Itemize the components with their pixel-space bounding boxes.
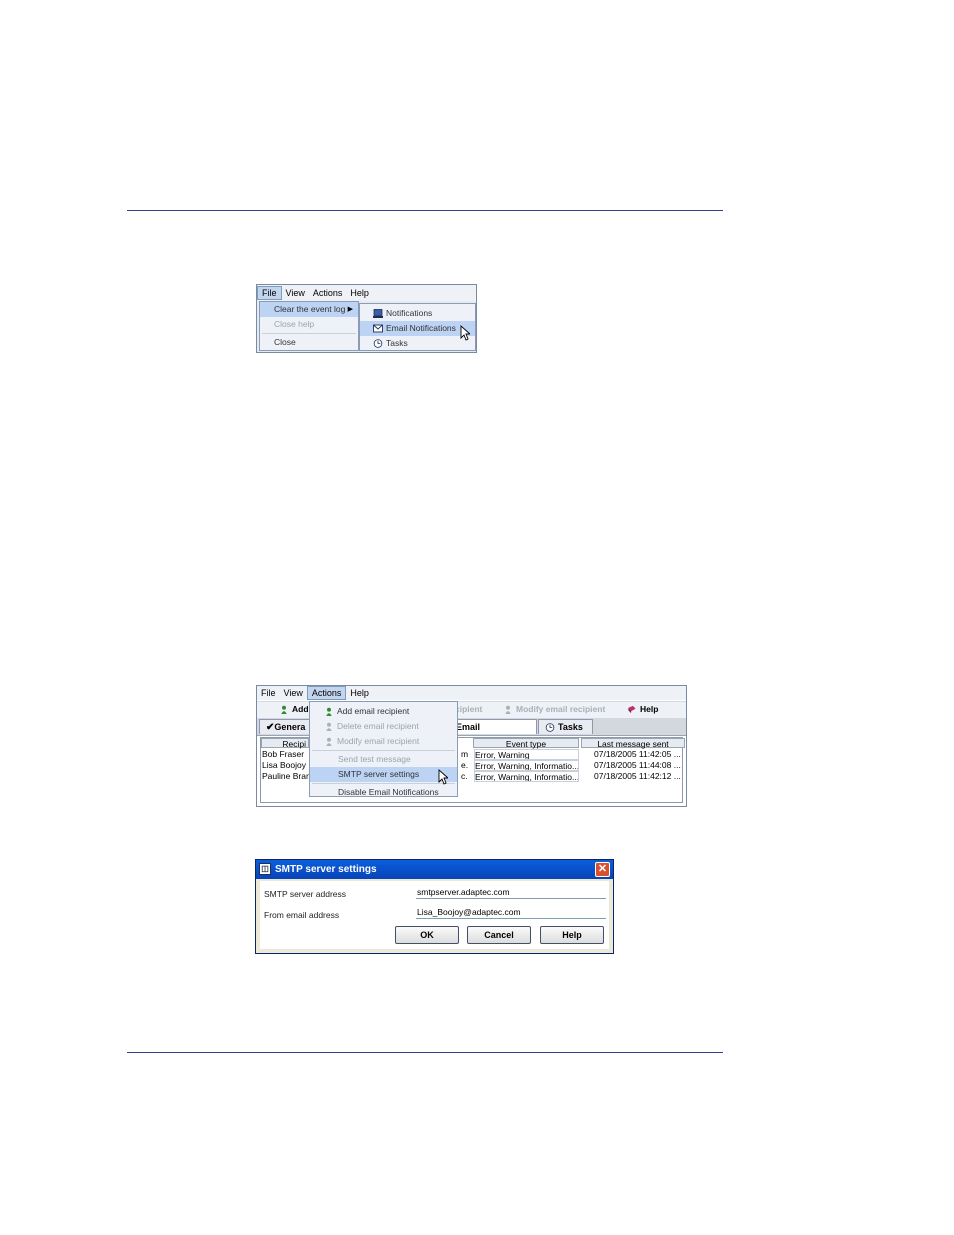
menu-file[interactable]: File bbox=[257, 686, 280, 700]
menu-item-label: Disable Email Notifications bbox=[338, 787, 439, 797]
menu-item-close[interactable]: Close bbox=[260, 335, 358, 350]
menu-item-label: Close help bbox=[274, 319, 315, 329]
menu-actions[interactable]: Actions bbox=[306, 686, 347, 700]
submenu-item-notifications[interactable]: Notifications bbox=[360, 306, 475, 321]
toolbar-label: cipient bbox=[455, 704, 483, 714]
submenu-item-tasks[interactable]: Tasks bbox=[360, 336, 475, 351]
cancel-button[interactable]: Cancel bbox=[467, 926, 531, 944]
submenu-item-label: Notifications bbox=[386, 308, 433, 318]
menu-item-label: Delete email recipient bbox=[337, 721, 419, 731]
cell-event-type: Error, Warning, Informatio... bbox=[474, 771, 579, 782]
menu-item-close-help[interactable]: Close help bbox=[260, 317, 358, 332]
menu-help[interactable]: Help bbox=[346, 286, 373, 300]
file-menu-screenshot: File View Actions Help Clear the event l… bbox=[256, 284, 477, 353]
from-email-address-label: From email address bbox=[264, 910, 340, 920]
toolbar-label: Add bbox=[292, 704, 309, 714]
column-header-recipient[interactable]: Recipi bbox=[261, 738, 309, 749]
person-add-icon bbox=[326, 707, 332, 717]
menu-separator bbox=[312, 783, 455, 784]
tab-general[interactable]: ✔Genera bbox=[259, 719, 311, 734]
smtp-server-address-input[interactable] bbox=[416, 886, 606, 899]
cell-event-type: Error, Warning, Informatio... bbox=[474, 760, 579, 771]
cell-recipient-address: m bbox=[461, 749, 469, 759]
menu-item-label: SMTP server settings bbox=[338, 769, 420, 779]
column-header-event-type[interactable]: Event type bbox=[473, 738, 579, 749]
cell-event-type: Error, Warning bbox=[474, 749, 579, 760]
menu-separator bbox=[312, 750, 455, 751]
menu-item-label: Modify email recipient bbox=[337, 736, 420, 746]
menu-item-label: Clear the event log bbox=[274, 304, 346, 314]
menu-item-label: Send test message bbox=[338, 754, 411, 764]
submenu-item-email-notifications[interactable]: Email Notifications bbox=[360, 321, 475, 336]
smtp-settings-dialog: ◫ SMTP server settings ✕ SMTP server add… bbox=[255, 859, 614, 954]
menu-item-send-test-message[interactable]: Send test message bbox=[310, 752, 457, 767]
menu-file[interactable]: File bbox=[257, 286, 282, 300]
dialog-titlebar[interactable]: ◫ SMTP server settings ✕ bbox=[256, 860, 613, 879]
submenu-item-label: Email Notifications bbox=[386, 323, 456, 333]
help-toolbar-button[interactable]: Help bbox=[627, 704, 658, 714]
menu-item-label: Add email recipient bbox=[337, 706, 410, 716]
menu-item-disable-email-notifications[interactable]: Disable Email Notifications bbox=[310, 785, 457, 800]
menu-item-clear-event-log[interactable]: Clear the event log ▶ bbox=[260, 302, 358, 317]
menu-item-modify-email-recipient[interactable]: Modify email recipient bbox=[310, 734, 457, 749]
monitor-icon bbox=[373, 309, 383, 319]
file-menu-dropdown: Clear the event log ▶ Close help Close bbox=[259, 301, 359, 351]
submenu-arrow-icon: ▶ bbox=[347, 306, 353, 313]
clear-event-log-submenu: Notifications Email Notifications Tasks bbox=[359, 303, 476, 351]
ok-button[interactable]: OK bbox=[395, 926, 459, 944]
help-button[interactable]: Help bbox=[540, 926, 604, 944]
menu-view[interactable]: View bbox=[282, 286, 309, 300]
delete-recipient-toolbar-button[interactable]: cipient bbox=[455, 704, 482, 714]
tab-tasks[interactable]: Tasks bbox=[538, 719, 593, 734]
menu-item-delete-email-recipient[interactable]: Delete email recipient bbox=[310, 719, 457, 734]
toolbar-label: Modify email recipient bbox=[516, 704, 606, 714]
column-header-last-message-sent[interactable]: Last message sent bbox=[581, 738, 685, 749]
help-book-icon bbox=[628, 706, 636, 714]
menu-actions[interactable]: Actions bbox=[309, 286, 347, 300]
tab-label: Genera bbox=[274, 722, 306, 732]
dialog-body: SMTP server address From email address O… bbox=[260, 881, 609, 949]
cell-recipient-address: e. bbox=[461, 760, 469, 770]
actions-menu-dropdown: Add email recipient Delete email recipie… bbox=[309, 701, 458, 797]
menu-item-smtp-server-settings[interactable]: SMTP server settings bbox=[310, 767, 457, 782]
menu-item-add-email-recipient[interactable]: Add email recipient bbox=[310, 704, 457, 719]
menu-view[interactable]: View bbox=[280, 686, 307, 700]
modify-recipient-toolbar-button[interactable]: Modify email recipient bbox=[503, 704, 606, 715]
smtp-server-address-label: SMTP server address bbox=[264, 889, 347, 899]
menu-help[interactable]: Help bbox=[346, 686, 373, 700]
clock-icon bbox=[373, 339, 383, 349]
menu-separator bbox=[262, 333, 356, 334]
close-icon: ✕ bbox=[597, 863, 608, 875]
top-divider bbox=[127, 210, 723, 211]
person-add-icon bbox=[281, 705, 287, 715]
add-recipient-toolbar-button[interactable]: Add bbox=[279, 704, 309, 715]
cell-recipient-name[interactable]: Bob Fraser bbox=[262, 749, 310, 760]
actions-menu-screenshot: File View Actions Help Add cipient Modif… bbox=[256, 685, 687, 807]
cell-last-sent: 07/18/2005 11:42:12 ... bbox=[594, 771, 681, 781]
person-edit-icon bbox=[326, 737, 332, 747]
envelope-icon bbox=[373, 324, 383, 333]
cell-recipient-name[interactable]: Lisa Boojoy bbox=[262, 760, 310, 771]
cell-last-sent: 07/18/2005 11:44:08 ... bbox=[594, 760, 681, 770]
submenu-item-label: Tasks bbox=[386, 338, 408, 348]
dialog-title: SMTP server settings bbox=[275, 864, 377, 875]
menu-item-label: Close bbox=[274, 337, 296, 347]
close-button[interactable]: ✕ bbox=[595, 862, 610, 877]
app-icon: ◫ bbox=[259, 863, 271, 875]
cell-recipient-name[interactable]: Pauline Bran bbox=[262, 771, 310, 782]
clock-icon bbox=[545, 723, 555, 732]
cell-recipient-address: c. bbox=[461, 771, 468, 781]
menu-bar: File View Actions Help bbox=[257, 285, 476, 301]
bottom-divider bbox=[127, 1052, 723, 1053]
toolbar-label: Help bbox=[640, 704, 659, 714]
mouse-cursor-icon bbox=[460, 325, 470, 341]
person-delete-icon bbox=[326, 722, 332, 732]
tab-label: Tasks bbox=[558, 722, 583, 732]
cell-last-sent: 07/18/2005 11:42:05 ... bbox=[594, 749, 681, 759]
person-edit-icon bbox=[505, 705, 511, 715]
tab-email-notifications[interactable]: Email Notifications bbox=[453, 719, 537, 747]
mouse-cursor-icon bbox=[438, 769, 448, 785]
from-email-address-input[interactable] bbox=[416, 906, 606, 919]
menu-bar: File View Actions Help bbox=[257, 686, 686, 700]
